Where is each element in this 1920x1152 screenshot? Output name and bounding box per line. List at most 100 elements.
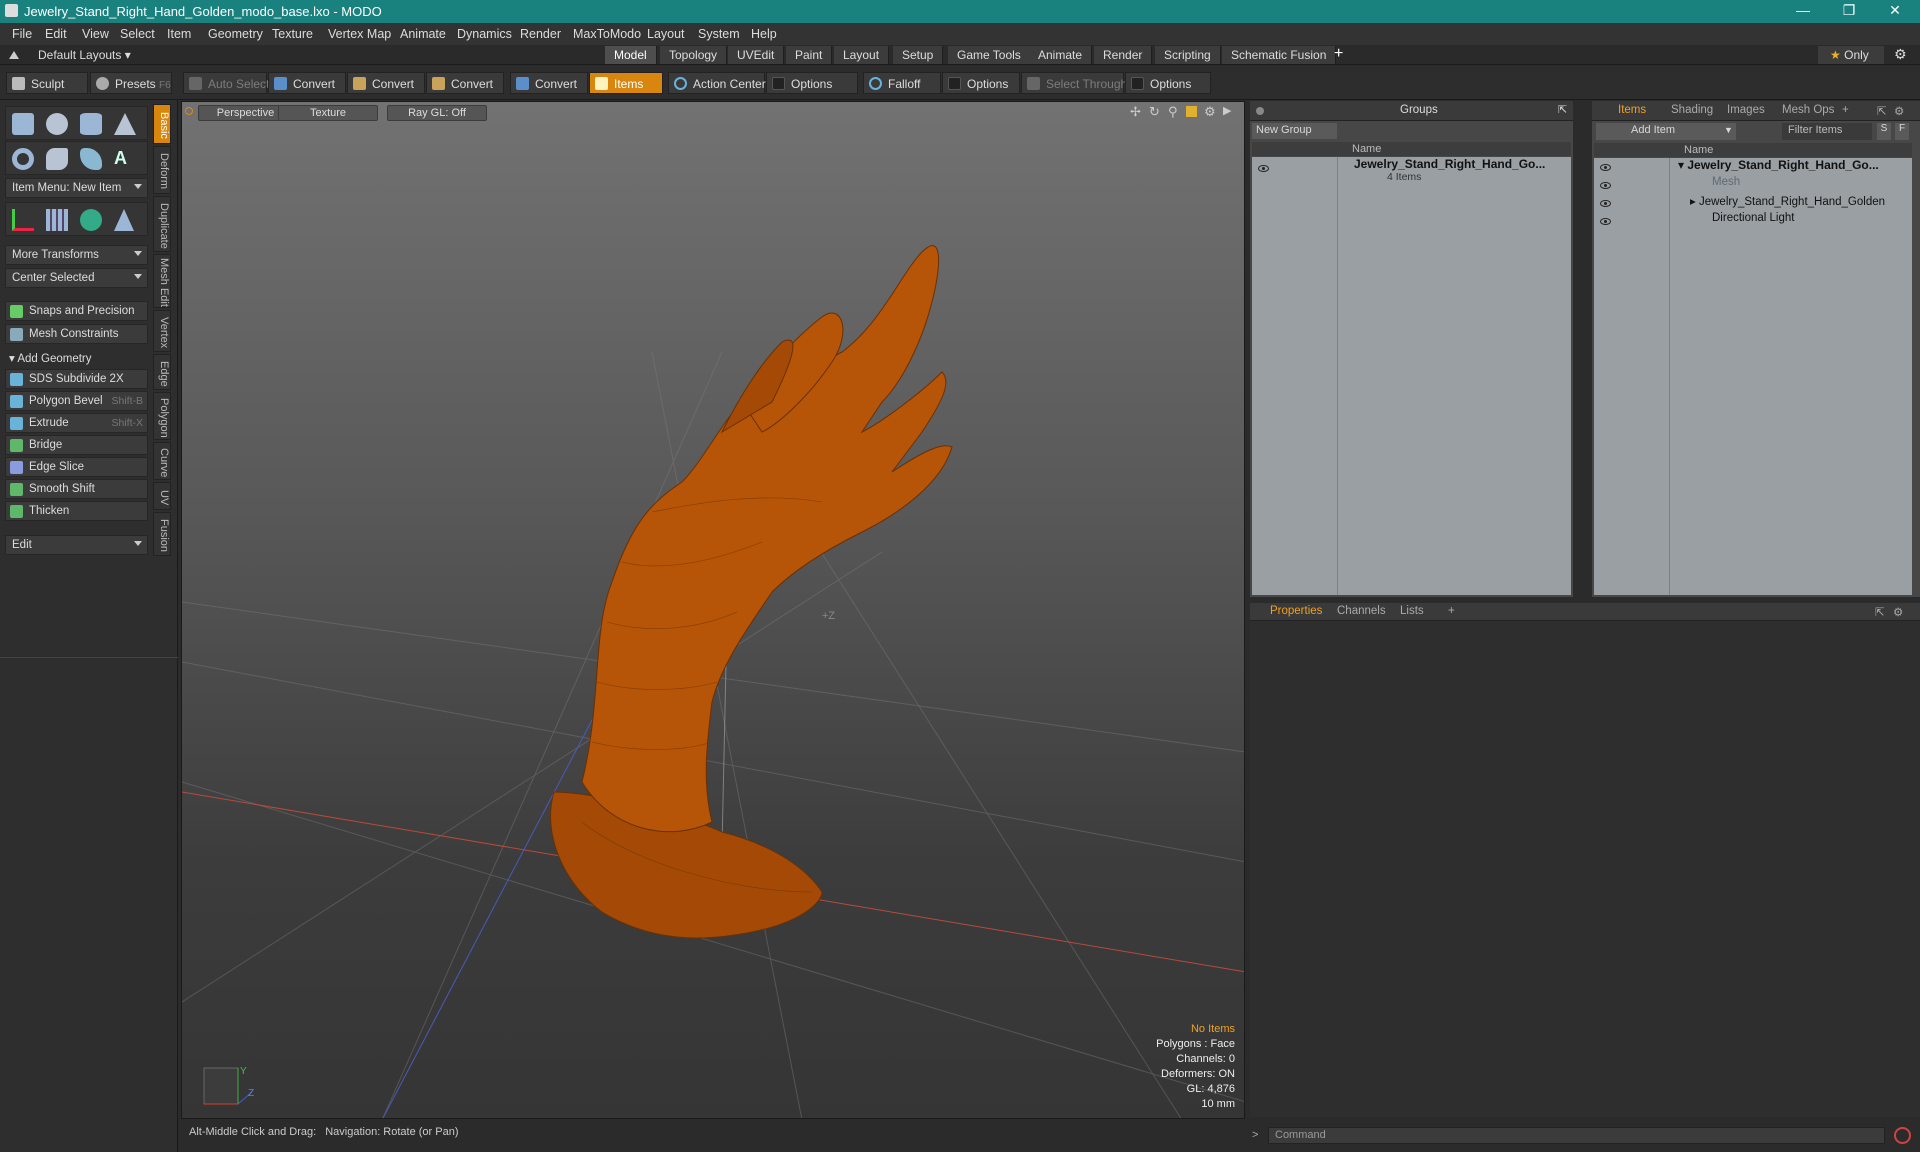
cylinder-icon[interactable] bbox=[80, 113, 102, 135]
tab-channels[interactable]: Channels bbox=[1337, 605, 1386, 617]
shading-texture-button[interactable]: Texture bbox=[278, 105, 378, 121]
viewport-settings-icon[interactable]: ⚙ bbox=[1204, 104, 1216, 120]
text-icon[interactable]: A bbox=[114, 148, 136, 170]
tab-layout[interactable]: Layout bbox=[834, 46, 890, 64]
sculpt-button[interactable]: Sculpt bbox=[6, 72, 88, 94]
globe-icon[interactable] bbox=[80, 209, 102, 231]
rotate-icon[interactable]: ↻ bbox=[1149, 104, 1160, 120]
items-mode-button[interactable]: Items bbox=[589, 72, 663, 94]
pan-icon[interactable]: ✢ bbox=[1130, 104, 1141, 120]
record-icon[interactable] bbox=[1894, 1127, 1911, 1144]
panel-gear-icon[interactable]: ⚙ bbox=[1894, 104, 1904, 118]
add-item-button[interactable]: Add Item ▼ bbox=[1596, 123, 1736, 140]
expand-icon[interactable]: ⇱ bbox=[1877, 104, 1887, 118]
menu-item[interactable]: Item bbox=[167, 27, 191, 41]
tab-animate[interactable]: Animate bbox=[1029, 46, 1093, 64]
menu-vertex-map[interactable]: Vertex Map bbox=[328, 27, 391, 41]
edit-dropdown[interactable]: Edit bbox=[5, 535, 148, 555]
hand-model[interactable] bbox=[550, 245, 953, 939]
tab-items[interactable]: Items bbox=[1618, 104, 1646, 116]
vtab-polygon[interactable]: Polygon bbox=[153, 392, 171, 440]
tab-mesh-ops[interactable]: Mesh Ops bbox=[1782, 104, 1834, 116]
expand-icon[interactable]: ⇱ bbox=[1875, 605, 1885, 619]
item-row-mesh[interactable]: Mesh bbox=[1712, 176, 1740, 194]
filter-s-button[interactable]: S bbox=[1877, 123, 1891, 140]
expand-icon[interactable]: ⇱ bbox=[1558, 103, 1567, 116]
tool-sds-subdivide[interactable]: SDS Subdivide 2X bbox=[5, 369, 148, 389]
tab-game-tools[interactable]: Game Tools bbox=[948, 46, 1031, 64]
tab-properties[interactable]: Properties bbox=[1270, 605, 1322, 617]
visibility-eye-icon[interactable] bbox=[1600, 182, 1611, 189]
tab-shading[interactable]: Shading bbox=[1671, 104, 1713, 116]
item-menu-dropdown[interactable]: Item Menu: New Item bbox=[5, 178, 148, 198]
tool-extrude[interactable]: Extrude Shift-X bbox=[5, 413, 148, 433]
action-center-button[interactable]: Action Center bbox=[668, 72, 766, 94]
tab-schematic-fusion[interactable]: Schematic Fusion bbox=[1222, 46, 1337, 64]
menu-layout[interactable]: Layout bbox=[647, 27, 685, 41]
menu-geometry[interactable]: Geometry bbox=[208, 27, 263, 41]
viewport-expand-icon[interactable]: ▶ bbox=[1223, 104, 1231, 117]
options-button-3[interactable]: Options bbox=[1125, 72, 1211, 94]
pen-icon[interactable] bbox=[80, 148, 102, 170]
tab-lists[interactable]: Lists bbox=[1400, 605, 1424, 617]
vtab-mesh-edit[interactable]: Mesh Edit bbox=[153, 254, 171, 308]
vtab-edge[interactable]: Edge bbox=[153, 354, 171, 390]
menu-help[interactable]: Help bbox=[751, 27, 777, 41]
more-transforms-dropdown[interactable]: More Transforms bbox=[5, 245, 148, 265]
tab-paint[interactable]: Paint bbox=[786, 46, 833, 64]
gear-icon[interactable]: ⚙ bbox=[1894, 46, 1907, 63]
new-group-button[interactable]: New Group bbox=[1252, 123, 1337, 139]
vtab-uv[interactable]: UV bbox=[153, 482, 171, 510]
center-selected-dropdown[interactable]: Center Selected bbox=[5, 268, 148, 288]
cone-icon[interactable] bbox=[114, 113, 136, 135]
command-input[interactable]: Command bbox=[1268, 1127, 1885, 1144]
tab-render[interactable]: Render bbox=[1094, 46, 1153, 64]
item-row-scene[interactable]: ▾ Jewelry_Stand_Right_Hand_Go... bbox=[1678, 158, 1879, 176]
tab-topology[interactable]: Topology bbox=[660, 46, 728, 64]
tube-icon[interactable] bbox=[46, 148, 68, 170]
vtab-fusion[interactable]: Fusion bbox=[153, 512, 171, 556]
presets-button[interactable]: Presets F6 bbox=[90, 72, 172, 94]
group-row-name[interactable]: Jewelry_Stand_Right_Hand_Go... bbox=[1354, 157, 1545, 171]
add-geometry-header[interactable]: ▾ Add Geometry bbox=[9, 351, 92, 365]
visibility-eye-icon[interactable] bbox=[1258, 165, 1269, 172]
menu-maxtomodo[interactable]: MaxToModo bbox=[573, 27, 641, 41]
auto-select-button[interactable]: Auto Select bbox=[183, 72, 269, 94]
grid-icon[interactable] bbox=[46, 209, 68, 231]
menu-texture[interactable]: Texture bbox=[272, 27, 313, 41]
tool-smooth-shift[interactable]: Smooth Shift bbox=[5, 479, 148, 499]
convert-button-2[interactable]: Convert bbox=[347, 72, 425, 94]
zoom-icon[interactable]: ⚲ bbox=[1168, 104, 1178, 120]
tab-setup[interactable]: Setup bbox=[893, 46, 944, 64]
menu-dynamics[interactable]: Dynamics bbox=[457, 27, 512, 41]
panel-gear-icon[interactable]: ⚙ bbox=[1893, 605, 1903, 619]
tab-uvedit[interactable]: UVEdit bbox=[728, 46, 785, 64]
tab-model[interactable]: Model bbox=[605, 46, 657, 64]
tab-images[interactable]: Images bbox=[1727, 104, 1765, 116]
minimize-icon[interactable]: — bbox=[1780, 2, 1826, 22]
only-toggle[interactable]: ★ Only bbox=[1818, 46, 1884, 64]
restore-icon[interactable]: ❐ bbox=[1826, 2, 1872, 22]
add-props-tab-icon[interactable]: + bbox=[1448, 605, 1455, 617]
close-icon[interactable]: ✕ bbox=[1872, 2, 1918, 22]
visibility-eye-icon[interactable] bbox=[1600, 200, 1611, 207]
menu-render[interactable]: Render bbox=[520, 27, 561, 41]
item-row-light[interactable]: Directional Light bbox=[1712, 212, 1794, 230]
vtab-duplicate[interactable]: Duplicate bbox=[153, 196, 171, 252]
panel-menu-icon[interactable] bbox=[1256, 107, 1264, 115]
vtab-deform[interactable]: Deform bbox=[153, 146, 171, 194]
menu-file[interactable]: File bbox=[12, 27, 32, 41]
move-icon[interactable] bbox=[12, 209, 34, 231]
layout-selector[interactable]: Default Layouts ▾ bbox=[38, 48, 131, 62]
convert-button-3[interactable]: Convert bbox=[426, 72, 504, 94]
filter-f-button[interactable]: F bbox=[1895, 123, 1909, 140]
raygl-button[interactable]: Ray GL: Off bbox=[387, 105, 487, 121]
viewport-menu-icon[interactable] bbox=[185, 107, 193, 115]
pyramid-icon[interactable] bbox=[114, 209, 134, 231]
visibility-eye-icon[interactable] bbox=[1600, 218, 1611, 225]
tool-thicken[interactable]: Thicken bbox=[5, 501, 148, 521]
menu-select[interactable]: Select bbox=[120, 27, 155, 41]
sphere-icon[interactable] bbox=[46, 113, 68, 135]
add-panel-tab-icon[interactable]: + bbox=[1842, 104, 1849, 116]
menu-animate[interactable]: Animate bbox=[400, 27, 446, 41]
